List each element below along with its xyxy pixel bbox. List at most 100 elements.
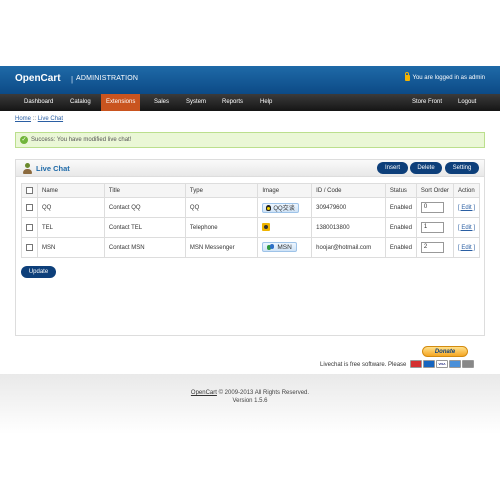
menu-system[interactable]: System bbox=[181, 94, 211, 111]
column-header: Action bbox=[452, 183, 481, 198]
cell-name: MSN bbox=[37, 237, 105, 258]
column-header[interactable]: Sort Order bbox=[415, 183, 454, 198]
column-header[interactable]: Name bbox=[37, 183, 105, 198]
table-row: TEL Contact TEL Telephone 1380013800 Ena… bbox=[21, 217, 481, 238]
cell-type: MSN Messenger bbox=[184, 237, 259, 258]
live-chat-table: Name Title Type Image ID / Code Status S… bbox=[21, 183, 481, 258]
table-header-row: Name Title Type Image ID / Code Status S… bbox=[21, 183, 481, 198]
footer-version: Version 1.5.6 bbox=[232, 398, 268, 404]
cell-name: QQ bbox=[37, 197, 105, 218]
donate-button[interactable]: Donate bbox=[422, 346, 468, 357]
column-header[interactable]: Status bbox=[384, 183, 417, 198]
check-circle-icon: ✓ bbox=[20, 136, 28, 144]
bank-icon bbox=[462, 360, 474, 368]
cell-image: QQ交谈 bbox=[257, 197, 313, 218]
cell-id: hoojar@hotmail.com bbox=[311, 237, 386, 258]
cell-action: [ Edit ] bbox=[452, 197, 481, 218]
menu-logout[interactable]: Logout bbox=[453, 94, 481, 111]
sort-order-input[interactable]: 0 bbox=[420, 202, 444, 213]
sort-order-input[interactable]: 1 bbox=[420, 222, 444, 233]
table-row: QQ Contact QQ QQ QQ交谈 309479600 Enabled … bbox=[21, 197, 481, 218]
menu-reports[interactable]: Reports bbox=[217, 94, 248, 111]
update-button[interactable]: Update bbox=[21, 266, 56, 278]
column-header: Image bbox=[257, 183, 313, 198]
msn-chat-image: MSN bbox=[262, 242, 297, 253]
main-menu: Dashboard Catalog Extensions Sales Syste… bbox=[0, 94, 500, 111]
menu-store-front[interactable]: Store Front bbox=[407, 94, 447, 111]
menu-help[interactable]: Help bbox=[255, 94, 277, 111]
user-icon bbox=[22, 163, 32, 174]
delete-button[interactable]: Delete bbox=[410, 162, 442, 174]
logo[interactable]: OpenCart bbox=[15, 73, 61, 84]
admin-title: ADMINISTRATION bbox=[76, 75, 139, 82]
cell-sort: 0 bbox=[415, 197, 454, 218]
cell-sort: 2 bbox=[415, 237, 454, 258]
breadcrumb-home[interactable]: Home bbox=[15, 116, 31, 122]
success-message: Success: You have modified live chat! bbox=[31, 137, 132, 143]
menu-catalog[interactable]: Catalog bbox=[65, 94, 96, 111]
msn-buddy-icon bbox=[267, 243, 275, 251]
cell-title: Contact QQ bbox=[103, 197, 186, 218]
row-checkbox[interactable] bbox=[26, 243, 33, 251]
logged-in-info: You are logged in as admin bbox=[404, 72, 486, 81]
row-select-cell bbox=[21, 197, 38, 218]
cell-status: Enabled bbox=[384, 217, 417, 238]
cell-image bbox=[257, 217, 313, 238]
row-select-cell bbox=[21, 237, 38, 258]
logged-in-text: You are logged in as admin bbox=[412, 75, 486, 81]
breadcrumb: Home :: Live Chat bbox=[15, 116, 63, 122]
cell-action: [ Edit ] bbox=[452, 237, 481, 258]
breadcrumb-current[interactable]: Live Chat bbox=[38, 116, 63, 122]
mastercard-icon bbox=[410, 360, 422, 368]
cell-image: MSN bbox=[257, 237, 313, 258]
row-checkbox[interactable] bbox=[26, 203, 33, 211]
cell-title: Contact TEL bbox=[103, 217, 186, 238]
panel-title: Live Chat bbox=[36, 164, 70, 173]
qq-penguin-icon bbox=[266, 204, 272, 211]
menu-sales[interactable]: Sales bbox=[149, 94, 174, 111]
qq-image-label: QQ交谈 bbox=[273, 206, 295, 212]
lock-icon bbox=[404, 72, 410, 81]
cell-id: 1380013800 bbox=[311, 217, 386, 238]
maestro-icon bbox=[423, 360, 435, 368]
row-checkbox[interactable] bbox=[26, 223, 33, 231]
setting-button[interactable]: Setting bbox=[445, 162, 479, 174]
payment-cards: VISA bbox=[410, 360, 474, 368]
telephone-icon bbox=[262, 222, 271, 231]
sort-order-input[interactable]: 2 bbox=[420, 242, 444, 253]
visa-icon: VISA bbox=[436, 360, 448, 368]
amex-icon bbox=[449, 360, 461, 368]
footer-text: OpenCart © 2009-2013 All Rights Reserved… bbox=[0, 389, 500, 405]
live-chat-panel: Live Chat Insert Delete Setting Name Tit… bbox=[15, 159, 485, 336]
free-software-text: Livechat is free software. Please bbox=[320, 362, 407, 368]
panel-header: Live Chat Insert Delete Setting bbox=[16, 160, 484, 177]
msn-image-label: MSN bbox=[277, 243, 292, 251]
top-whitespace bbox=[0, 0, 500, 66]
edit-link[interactable]: [ Edit ] bbox=[458, 225, 475, 231]
cell-status: Enabled bbox=[384, 197, 417, 218]
menu-dashboard[interactable]: Dashboard bbox=[19, 94, 58, 111]
select-all-checkbox[interactable] bbox=[26, 186, 33, 194]
cell-type: QQ bbox=[184, 197, 259, 218]
cell-title: Contact MSN bbox=[103, 237, 186, 258]
breadcrumb-separator: :: bbox=[32, 116, 37, 122]
row-select-cell bbox=[21, 217, 38, 238]
column-header[interactable]: Title bbox=[103, 183, 186, 198]
footer-brand-link[interactable]: OpenCart bbox=[191, 390, 217, 396]
page: OpenCart | ADMINISTRATION You are logged… bbox=[0, 0, 500, 500]
insert-button[interactable]: Insert bbox=[377, 162, 408, 174]
cell-action: [ Edit ] bbox=[452, 217, 481, 238]
column-header[interactable]: ID / Code bbox=[311, 183, 386, 198]
cell-name: TEL bbox=[37, 217, 105, 238]
header: OpenCart | ADMINISTRATION You are logged… bbox=[0, 66, 500, 94]
logo-separator: | bbox=[71, 75, 74, 84]
success-alert: ✓ Success: You have modified live chat! bbox=[15, 132, 485, 148]
cell-type: Telephone bbox=[184, 217, 259, 238]
edit-link[interactable]: [ Edit ] bbox=[458, 245, 475, 251]
cell-id: 309479600 bbox=[311, 197, 386, 218]
edit-link[interactable]: [ Edit ] bbox=[458, 205, 475, 211]
select-all-cell bbox=[21, 183, 38, 198]
menu-extensions[interactable]: Extensions bbox=[101, 94, 141, 111]
column-header[interactable]: Type bbox=[184, 183, 259, 198]
footer-copyright: © 2009-2013 All Rights Reserved. bbox=[218, 390, 310, 396]
